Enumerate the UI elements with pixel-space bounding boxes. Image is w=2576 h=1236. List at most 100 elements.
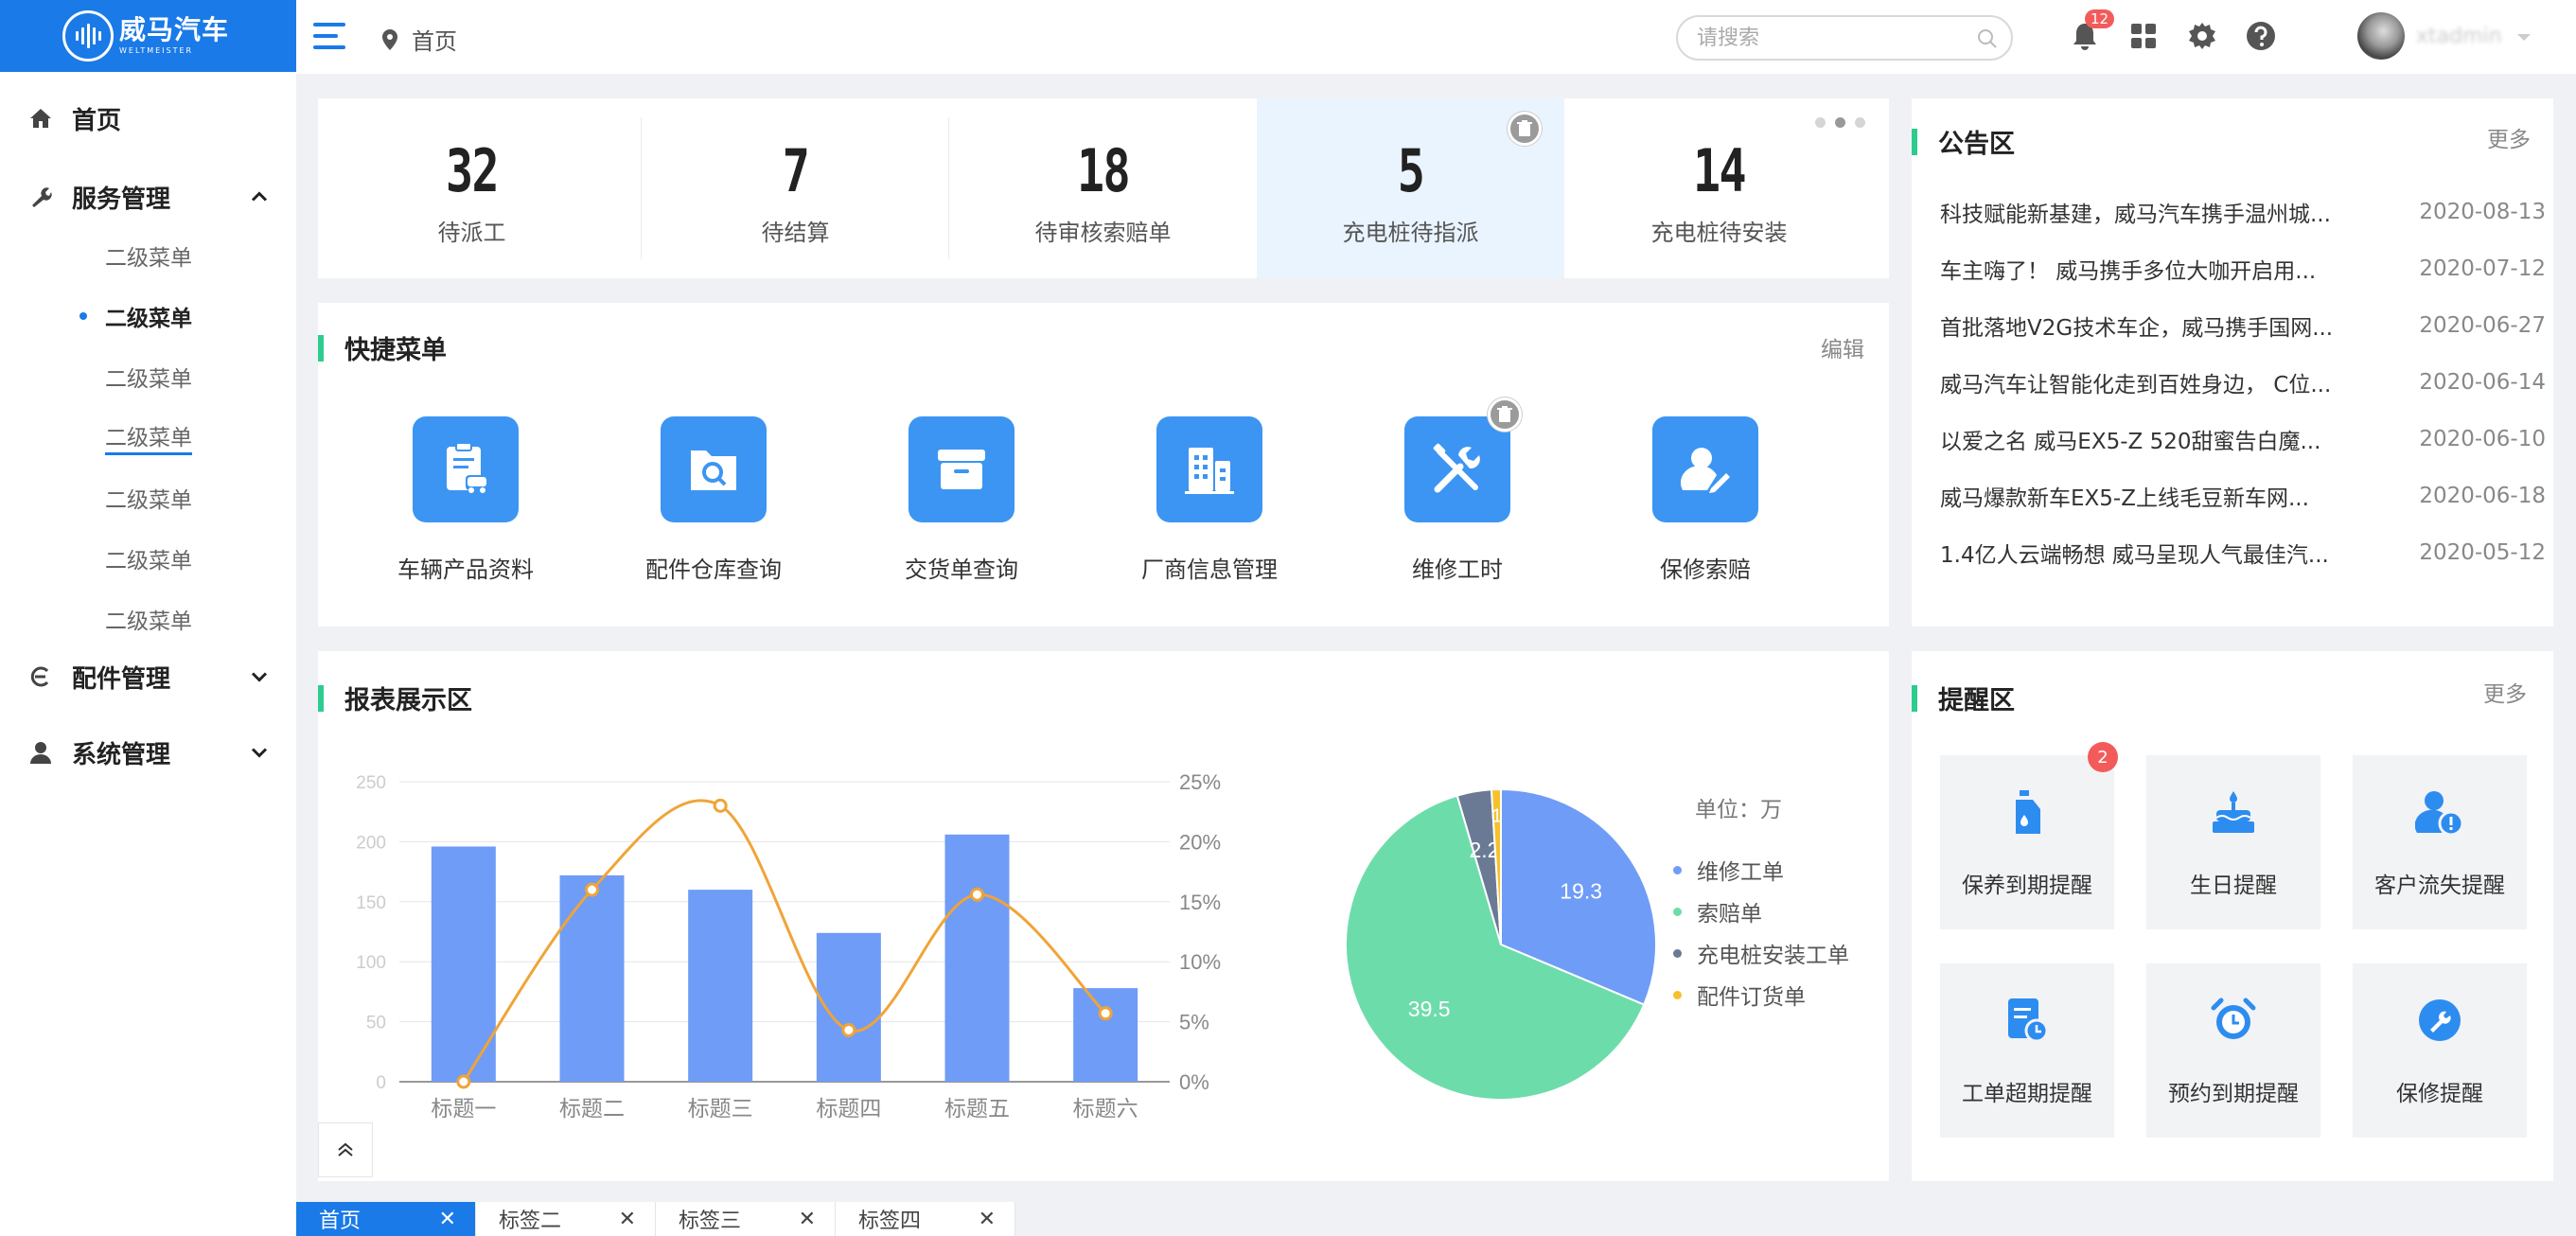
quick-item-parts-warehouse[interactable]: 配件仓库查询 [628, 416, 799, 584]
carousel-dot[interactable] [1815, 117, 1826, 128]
submenu-item[interactable]: 二级菜单 [0, 232, 296, 279]
user-alert-icon [2353, 784, 2527, 840]
tab-3[interactable]: 标签三 ✕ [656, 1202, 836, 1236]
legend-item[interactable]: 索赔单 [1673, 895, 1762, 927]
notice-item[interactable]: 以爱之名 威马EX5-Z 520甜蜜告白魔... 2020-06-10 [1940, 420, 2546, 458]
panel-title: 提醒区 [1912, 680, 2015, 716]
quick-item-vendor[interactable]: 厂商信息管理 [1124, 416, 1295, 584]
submenu-item-hover[interactable]: 二级菜单 [0, 414, 296, 461]
legend-item[interactable]: 充电桩安装工单 [1673, 937, 1849, 969]
avatar[interactable] [2357, 12, 2405, 60]
close-icon[interactable]: ✕ [619, 1208, 636, 1231]
reminder-warranty[interactable]: 保修提醒 [2353, 963, 2527, 1138]
menu-toggle-icon[interactable] [313, 23, 345, 49]
more-link[interactable]: 更多 [2487, 121, 2531, 153]
reminder-label: 预约到期提醒 [2168, 1082, 2299, 1106]
notice-title: 车主嗨了！ 威马携手多位大咖开启用... [1940, 259, 2317, 284]
quick-item-delivery[interactable]: 交货单查询 [876, 416, 1047, 584]
notice-title: 威马汽车让智能化走到百姓身边， C位... [1940, 373, 2332, 397]
submenu-item-active[interactable]: 二级菜单 [0, 292, 296, 340]
legend-item[interactable]: 维修工单 [1673, 854, 1784, 886]
close-icon[interactable]: ✕ [979, 1208, 996, 1231]
sidebar-item-parts[interactable]: 配件管理 [0, 653, 296, 700]
close-icon[interactable]: ✕ [439, 1208, 456, 1231]
scroll-to-top-button[interactable] [318, 1122, 373, 1177]
settings-button[interactable] [2185, 19, 2219, 53]
submenu-label: 二级菜单 [105, 549, 192, 574]
submenu-item[interactable]: 二级菜单 [0, 535, 296, 582]
reminder-churn[interactable]: 客户流失提醒 [2353, 755, 2527, 929]
search-icon[interactable] [1977, 28, 1998, 53]
sidebar-item-service[interactable]: 服务管理 [0, 173, 296, 221]
search-box [1676, 15, 2013, 61]
reminder-appointment[interactable]: 预约到期提醒 [2146, 963, 2320, 1138]
quick-item-vehicle-docs[interactable]: 车辆产品资料 [380, 416, 551, 584]
breadcrumb-text[interactable]: 首页 [412, 23, 457, 56]
trash-icon [1497, 406, 1512, 422]
delete-button[interactable] [1488, 397, 1522, 432]
edit-link[interactable]: 编辑 [1821, 331, 1864, 363]
sidebar-item-label: 首页 [72, 106, 122, 135]
panel-title: 快捷菜单 [318, 329, 447, 366]
sidebar-item-system[interactable]: 系统管理 [0, 729, 296, 776]
quick-item-label: 交货单查询 [905, 556, 1018, 583]
carousel-dot-active[interactable] [1835, 117, 1845, 128]
bar [559, 874, 625, 1082]
reminder-label: 生日提醒 [2190, 874, 2277, 898]
submenu-label: 二级菜单 [105, 488, 192, 513]
quick-item-warranty-claim[interactable]: 保修索赔 [1620, 416, 1791, 584]
apps-button[interactable] [2126, 19, 2161, 53]
brand-logo[interactable]: 威马汽车 WELTMEISTER [0, 0, 296, 72]
wrench-icon [28, 185, 53, 209]
carousel-dot[interactable] [1855, 117, 1865, 128]
tab-label: 首页 [319, 1210, 362, 1233]
quick-item-label: 配件仓库查询 [645, 556, 782, 583]
stat-pending-claims[interactable]: 18 待审核索赔单 [949, 98, 1257, 278]
notice-item[interactable]: 车主嗨了！ 威马携手多位大咖开启用... 2020-07-12 [1940, 250, 2546, 288]
legend-label: 索赔单 [1697, 902, 1762, 927]
notice-date: 2020-06-27 [2419, 313, 2546, 338]
notice-item[interactable]: 首批落地V2G技术车企，威马携手国网... 2020-06-27 [1940, 307, 2546, 344]
x-tick-label: 标题六 [1073, 1096, 1138, 1121]
legend-dot [1673, 907, 1682, 916]
tab-label: 标签四 [858, 1210, 922, 1233]
line-point [456, 1074, 471, 1089]
pie-chart: 19.339.52.21 [1345, 787, 1657, 1101]
help-button[interactable] [2244, 19, 2278, 53]
notice-item[interactable]: 威马爆款新车EX5-Z上线毛豆新车网... 2020-06-18 [1940, 477, 2546, 515]
notice-panel: 公告区 更多 科技赋能新基建，威马汽车携手温州城... 2020-08-13 车主… [1912, 98, 2553, 627]
reminder-maintenance[interactable]: 保养到期提醒 2 [1940, 742, 2118, 929]
chevron-down-icon [251, 744, 268, 762]
notice-item[interactable]: 科技赋能新基建，威马汽车携手温州城... 2020-08-13 [1940, 193, 2546, 231]
reminder-birthday[interactable]: 生日提醒 [2146, 755, 2320, 929]
sidebar-item-home[interactable]: 首页 [0, 95, 296, 142]
quick-item-labor-hours[interactable]: 维修工时 [1372, 416, 1543, 584]
submenu-item[interactable]: 二级菜单 [0, 474, 296, 521]
reminder-panel: 提醒区 更多 保养到期提醒 2 生日提醒 客户流失提醒 工单超期提醒 预约到期提… [1912, 651, 2553, 1181]
search-input[interactable] [1697, 26, 1962, 50]
stat-pending-settlement[interactable]: 7 待结算 [642, 98, 949, 278]
notice-date: 2020-08-13 [2419, 200, 2546, 224]
tab-home[interactable]: 首页 ✕ [296, 1202, 476, 1236]
tab-label: 标签三 [679, 1210, 742, 1233]
username[interactable]: xtadmin [2416, 25, 2502, 48]
notice-item[interactable]: 1.4亿人云端畅想 威马呈现人气最佳汽... 2020-05-12 [1940, 534, 2546, 572]
chevron-down-icon[interactable] [2516, 28, 2532, 46]
reminder-overdue-order[interactable]: 工单超期提醒 [1940, 963, 2114, 1138]
submenu-item[interactable]: 二级菜单 [0, 595, 296, 643]
stat-pending-dispatch[interactable]: 32 待派工 [318, 98, 626, 278]
panel-title-text: 快捷菜单 [344, 336, 447, 365]
close-icon[interactable]: ✕ [799, 1208, 816, 1231]
delete-button[interactable] [1508, 112, 1542, 146]
notice-item[interactable]: 威马汽车让智能化走到百姓身边， C位... 2020-06-14 [1940, 363, 2546, 401]
reminder-label: 保养到期提醒 [1962, 874, 2092, 898]
more-link[interactable]: 更多 [2483, 676, 2527, 708]
submenu-item[interactable]: 二级菜单 [0, 353, 296, 400]
legend-dot [1673, 948, 1682, 958]
tab-4[interactable]: 标签四 ✕ [836, 1202, 1015, 1236]
tab-2[interactable]: 标签二 ✕ [476, 1202, 656, 1236]
notification-button[interactable]: 12 [2068, 9, 2115, 53]
stat-value: 5 [1397, 136, 1425, 205]
notice-date: 2020-06-14 [2419, 370, 2546, 395]
legend-item[interactable]: 配件订货单 [1673, 979, 1806, 1011]
